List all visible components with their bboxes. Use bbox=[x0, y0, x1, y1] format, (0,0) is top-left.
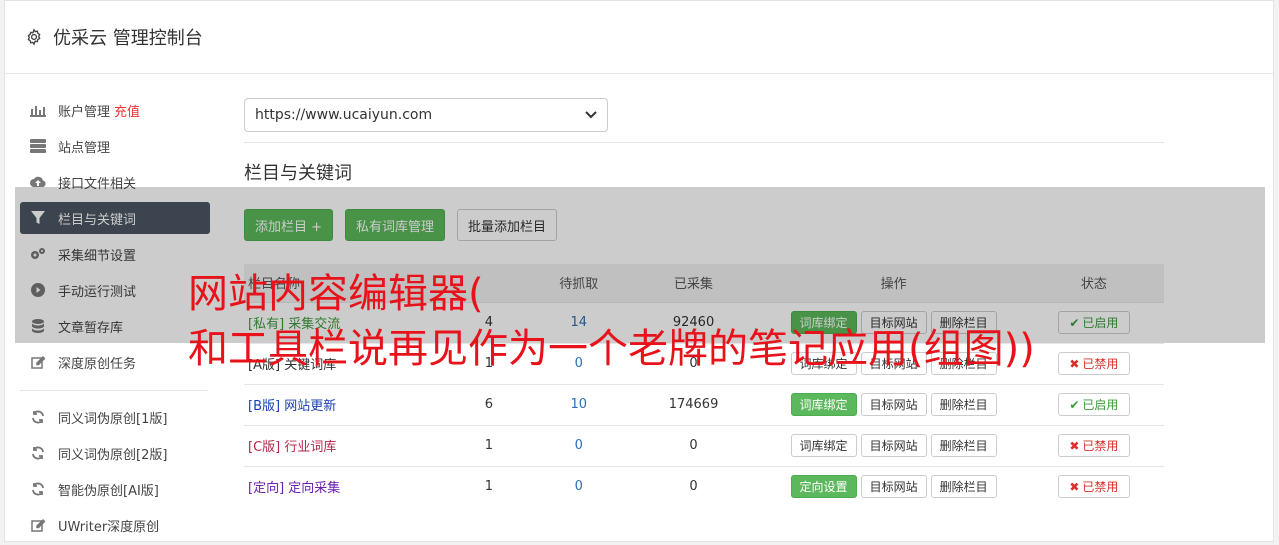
crawl-cell[interactable]: 10 bbox=[533, 383, 624, 425]
count-cell: 6 bbox=[444, 383, 534, 425]
edit-icon bbox=[30, 354, 46, 370]
column-tag: [定向] bbox=[248, 481, 285, 496]
delete-column-button[interactable]: 删除栏目 bbox=[930, 434, 997, 457]
sidebar-item-account[interactable]: 账户管理 充值 bbox=[20, 94, 210, 126]
sidebar-item-label: 同义词伪原创[1版] bbox=[58, 411, 168, 427]
lexicon-bind-button[interactable]: 定向设置 bbox=[790, 475, 857, 498]
overlay-line-2: 和工具栏说再见作为一个老牌的笔记应用(组图)) bbox=[188, 326, 1035, 372]
collected-cell: 0 bbox=[623, 424, 764, 466]
status-label: 已启用 bbox=[1082, 398, 1119, 412]
sidebar-item-deep-original[interactable]: 深度原创任务 bbox=[20, 346, 210, 378]
sidebar-item-label: 智能伪原创[AI版] bbox=[58, 483, 159, 499]
table-row: [B版] 网站更新 6 10 174669 词库绑定 目标网站 删除栏目 ✔ 已启用 bbox=[244, 383, 1164, 425]
column-tag: [B版] bbox=[248, 399, 281, 414]
edit-icon bbox=[30, 517, 46, 533]
status-toggle[interactable]: ✖ 已禁用 bbox=[1057, 434, 1130, 457]
close-icon: ✖ bbox=[1069, 356, 1080, 371]
refresh-icon bbox=[30, 445, 46, 461]
section-title: 栏目与关键词 bbox=[244, 163, 352, 184]
column-name-cell[interactable]: [B版] 网站更新 bbox=[244, 383, 445, 425]
lexicon-bind-button[interactable]: 词库绑定 bbox=[790, 434, 857, 457]
sidebar-item-synonym-v2[interactable]: 同义词伪原创[2版] bbox=[20, 437, 210, 469]
chevron-down-icon bbox=[585, 111, 597, 119]
column-name: 行业词库 bbox=[284, 440, 337, 455]
status-cell: ✖ 已禁用 bbox=[1023, 342, 1164, 384]
close-icon: ✖ bbox=[1069, 479, 1080, 494]
sidebar-item-synonym-v1[interactable]: 同义词伪原创[1版] bbox=[20, 401, 210, 433]
delete-column-button[interactable]: 删除栏目 bbox=[930, 475, 997, 498]
column-name-cell[interactable]: [C版] 行业词库 bbox=[244, 424, 445, 466]
divider bbox=[244, 142, 1164, 143]
column-name: 网站更新 bbox=[284, 399, 337, 414]
sidebar-divider bbox=[20, 390, 208, 391]
count-cell: 1 bbox=[444, 424, 534, 466]
refresh-icon bbox=[30, 409, 46, 425]
collected-cell: 0 bbox=[623, 465, 764, 507]
count-cell: 1 bbox=[444, 465, 534, 507]
target-site-button[interactable]: 目标网站 bbox=[860, 475, 927, 498]
status-cell: ✔ 已启用 bbox=[1023, 383, 1164, 425]
status-cell: ✖ 已禁用 bbox=[1023, 465, 1164, 507]
crawl-cell[interactable]: 0 bbox=[533, 465, 624, 507]
actions-cell: 定向设置 目标网站 删除栏目 bbox=[763, 465, 1024, 507]
table-row: [C版] 行业词库 1 0 0 词库绑定 目标网站 删除栏目 ✖ 已禁用 bbox=[244, 424, 1164, 466]
column-tag: [C版] bbox=[248, 440, 281, 455]
sidebar-item-uwriter[interactable]: UWriter深度原创 bbox=[20, 509, 210, 541]
page-title: 优采云 管理控制台 bbox=[53, 28, 203, 49]
refresh-icon bbox=[30, 481, 46, 497]
overlay-line-1: 网站内容编辑器( bbox=[188, 271, 484, 317]
column-name-cell[interactable]: [定向] 定向采集 bbox=[244, 465, 445, 507]
collected-cell: 174669 bbox=[623, 383, 764, 425]
status-cell: ✖ 已禁用 bbox=[1023, 424, 1164, 466]
delete-column-button[interactable]: 删除栏目 bbox=[930, 393, 997, 416]
site-select[interactable]: https://www.ucaiyun.com bbox=[244, 98, 608, 132]
server-icon bbox=[30, 138, 46, 154]
sidebar-item-label: UWriter深度原创 bbox=[58, 519, 160, 535]
sidebar-item-label: 同义词伪原创[2版] bbox=[58, 447, 168, 463]
status-label: 已禁用 bbox=[1082, 439, 1119, 453]
close-icon: ✖ bbox=[1069, 438, 1080, 453]
column-name: 定向采集 bbox=[288, 481, 341, 496]
sidebar-item-label: 站点管理 bbox=[58, 140, 111, 156]
sidebar-item-sites[interactable]: 站点管理 bbox=[20, 130, 210, 162]
overlay-caption: 网站内容编辑器( 和工具栏说再见作为一个老牌的笔记应用(组图)) bbox=[188, 267, 1035, 377]
sidebar-item-label: 账户管理 bbox=[58, 104, 111, 120]
site-select-value: https://www.ucaiyun.com bbox=[255, 107, 433, 123]
status-label: 已禁用 bbox=[1082, 480, 1119, 494]
check-icon: ✔ bbox=[1069, 397, 1080, 412]
target-site-button[interactable]: 目标网站 bbox=[860, 434, 927, 457]
actions-cell: 词库绑定 目标网站 删除栏目 bbox=[763, 383, 1024, 425]
recharge-link[interactable]: 充值 bbox=[114, 101, 140, 120]
header: 优采云 管理控制台 bbox=[5, 1, 1273, 74]
actions-cell: 词库绑定 目标网站 删除栏目 bbox=[763, 424, 1024, 466]
bar-chart-icon bbox=[30, 102, 46, 118]
table-row: [定向] 定向采集 1 0 0 定向设置 目标网站 删除栏目 ✖ 已禁用 bbox=[244, 465, 1164, 507]
gear-icon bbox=[27, 28, 41, 46]
crawl-cell[interactable]: 0 bbox=[533, 424, 624, 466]
status-toggle[interactable]: ✔ 已启用 bbox=[1057, 393, 1130, 416]
lexicon-bind-button[interactable]: 词库绑定 bbox=[790, 393, 857, 416]
status-toggle[interactable]: ✖ 已禁用 bbox=[1057, 475, 1130, 498]
sidebar-item-ai-original[interactable]: 智能伪原创[AI版] bbox=[20, 473, 210, 505]
status-toggle[interactable]: ✖ 已禁用 bbox=[1057, 352, 1130, 375]
sidebar-item-label: 深度原创任务 bbox=[58, 356, 137, 372]
status-label: 已禁用 bbox=[1082, 357, 1119, 371]
target-site-button[interactable]: 目标网站 bbox=[860, 393, 927, 416]
